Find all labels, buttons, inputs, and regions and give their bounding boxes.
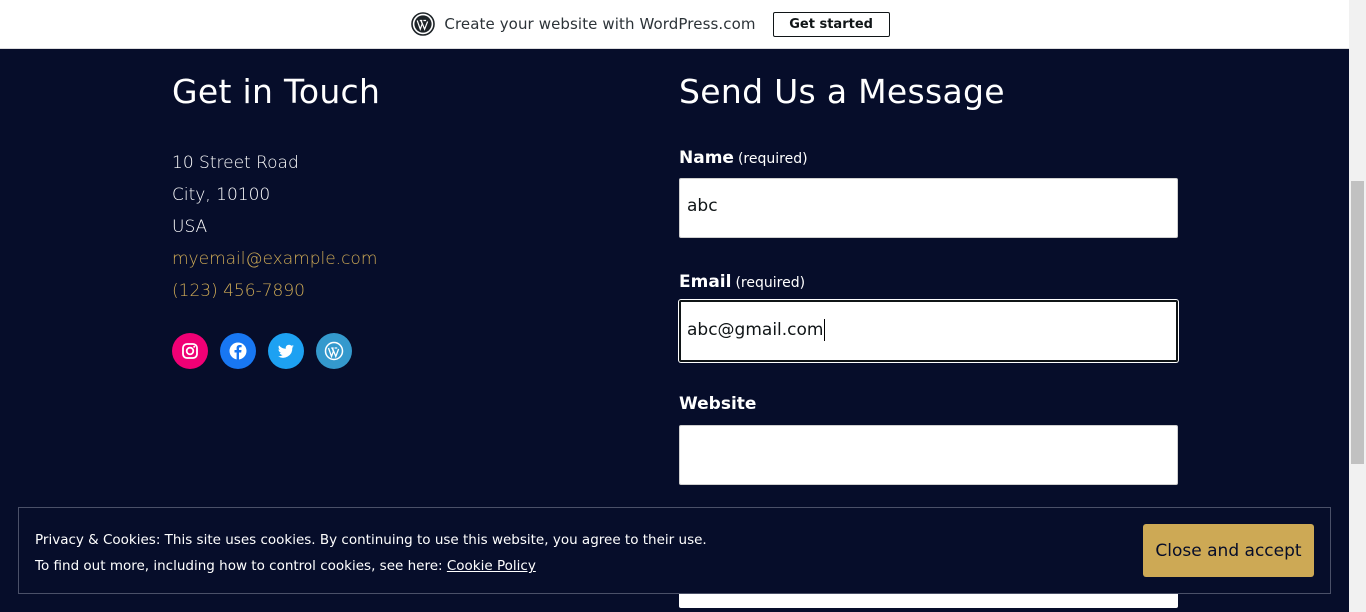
social-links <box>172 333 364 369</box>
text-caret <box>824 319 826 341</box>
phone-link[interactable]: (123) 456-7890 <box>172 275 592 307</box>
cookie-line-2-text: To find out more, including how to contr… <box>35 558 447 574</box>
website-label-text: Website <box>679 394 757 414</box>
address-line-2: City, 10100 <box>172 185 271 205</box>
email-input-value: abc@gmail.com <box>687 319 826 341</box>
form-heading: Send Us a Message <box>679 72 1005 111</box>
promo-text: Create your website with WordPress.com <box>444 15 756 33</box>
message-form: Send Us a Message Name (required) abc Ema… <box>679 70 1179 485</box>
name-required: (required) <box>737 151 808 167</box>
email-value-text: abc@gmail.com <box>687 320 824 340</box>
twitter-icon <box>278 344 294 358</box>
name-input[interactable]: abc <box>679 178 1178 238</box>
contact-section: Get in Touch 10 Street Road City, 10100 … <box>172 70 592 369</box>
wordpress-icon <box>324 341 344 361</box>
email-label-text: Email <box>679 272 732 292</box>
twitter-link[interactable] <box>268 333 304 369</box>
email-input[interactable]: abc@gmail.com <box>679 300 1178 362</box>
email-label: Email (required) <box>679 272 805 292</box>
instagram-link[interactable] <box>172 333 208 369</box>
get-started-button[interactable]: Get started <box>772 11 890 37</box>
email-required: (required) <box>735 275 806 291</box>
contact-details: 10 Street Road City, 10100 USA myemail@e… <box>172 147 592 307</box>
close-and-accept-button[interactable]: Close and accept <box>1143 524 1314 577</box>
cookie-line-2: To find out more, including how to contr… <box>35 553 707 579</box>
message-textarea[interactable] <box>679 594 1178 608</box>
cookie-banner: Privacy & Cookies: This site uses cookie… <box>18 507 1331 594</box>
cookie-line-1: Privacy & Cookies: This site uses cookie… <box>35 532 707 548</box>
website-input[interactable] <box>679 425 1178 485</box>
wordpress-promo-bar: Create your website with WordPress.com G… <box>0 0 1349 49</box>
website-label: Website <box>679 394 756 414</box>
instagram-icon <box>182 343 198 359</box>
email-link[interactable]: myemail@example.com <box>172 243 592 275</box>
name-input-value: abc <box>687 196 718 216</box>
name-label-text: Name <box>679 148 734 168</box>
contact-heading: Get in Touch <box>172 72 381 111</box>
wordpress-link[interactable] <box>316 333 352 369</box>
cookie-message: Privacy & Cookies: This site uses cookie… <box>35 527 707 579</box>
address-line-3: USA <box>172 217 208 237</box>
facebook-icon <box>229 342 247 360</box>
facebook-link[interactable] <box>220 333 256 369</box>
name-label: Name (required) <box>679 148 808 168</box>
scrollbar-thumb[interactable] <box>1351 181 1364 464</box>
cookie-policy-link[interactable]: Cookie Policy <box>447 558 536 574</box>
wordpress-logo-icon <box>411 12 436 36</box>
address-line-1: 10 Street Road <box>172 153 299 173</box>
